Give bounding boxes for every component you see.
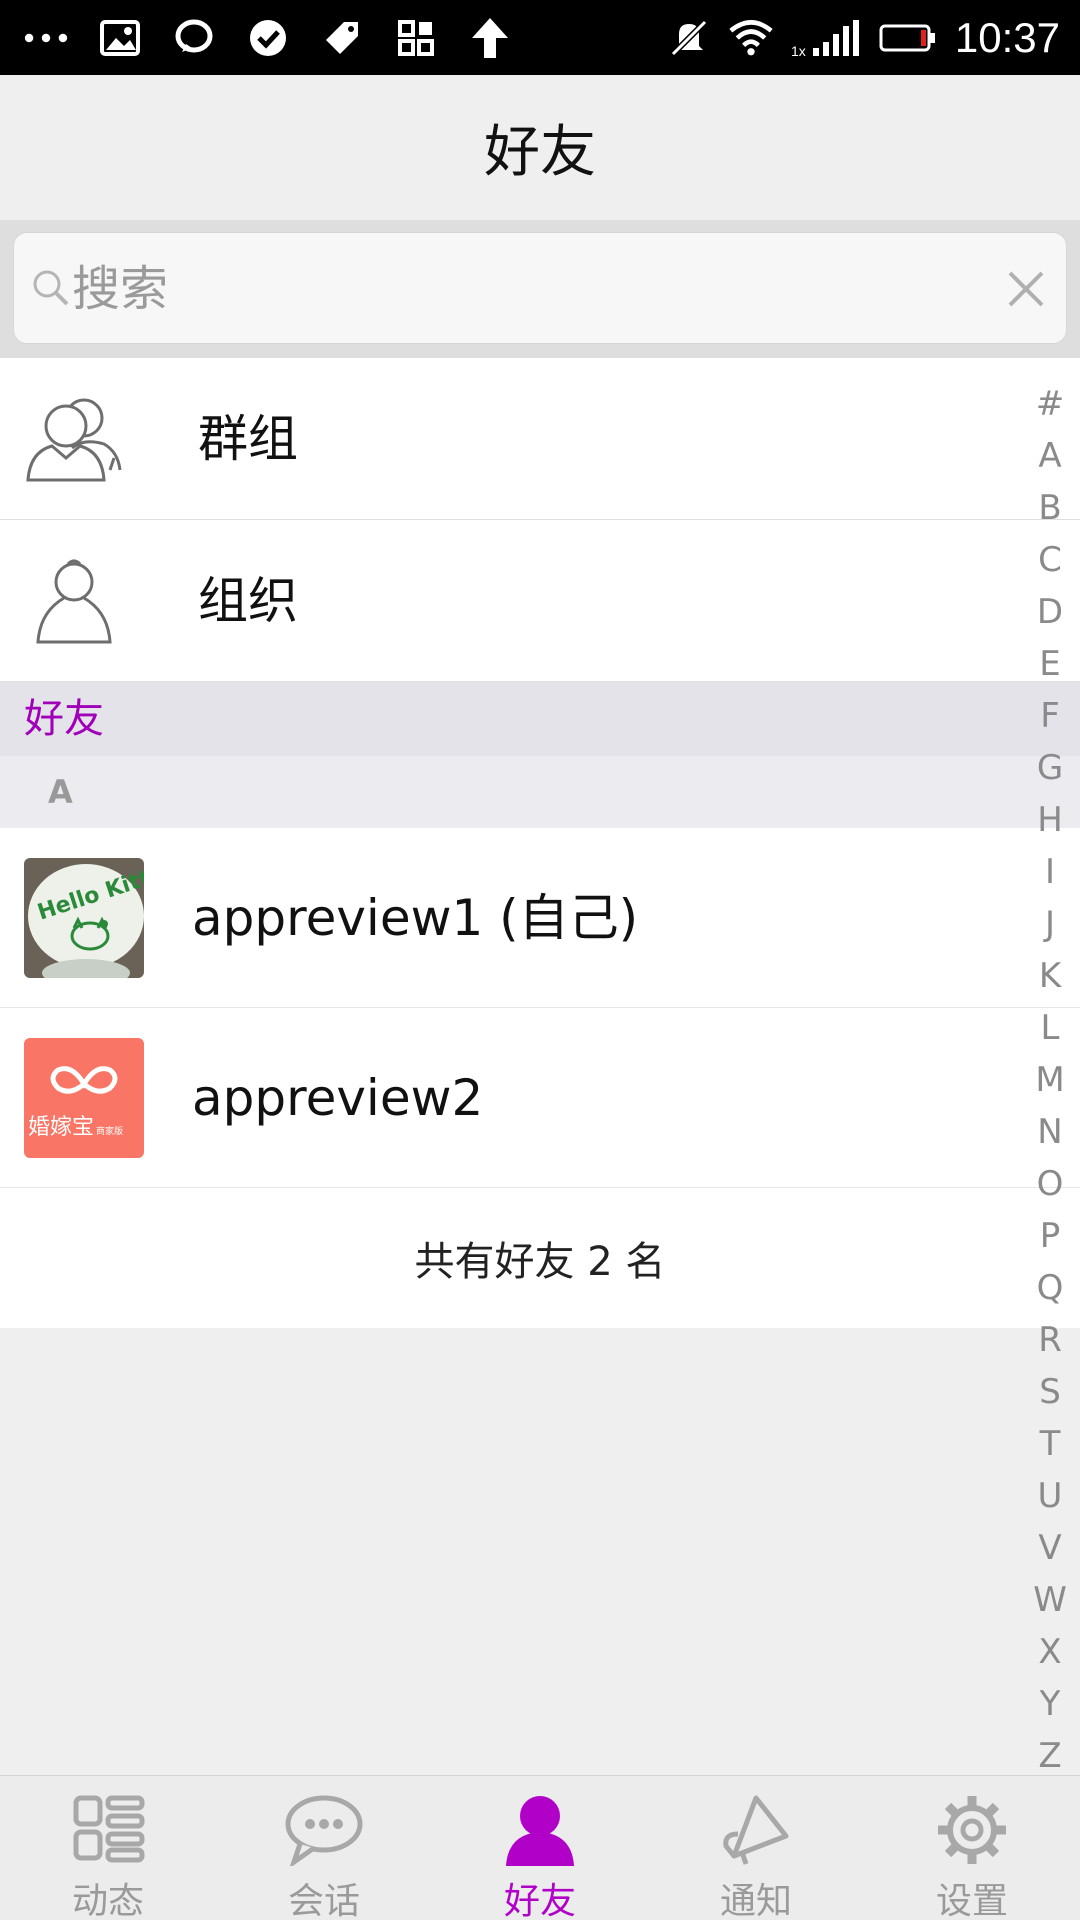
index-letter[interactable]: D: [1037, 586, 1063, 638]
wifi-icon: [729, 16, 773, 60]
status-bar-system: 1x 10:37: [667, 0, 1060, 75]
groups-entry[interactable]: 群组: [0, 358, 1080, 520]
feed-grid-icon: [68, 1794, 148, 1866]
index-letter[interactable]: W: [1033, 1574, 1067, 1626]
index-letter[interactable]: U: [1038, 1470, 1063, 1522]
letter-header-label: A: [48, 773, 73, 811]
bottom-nav: 动态 会话 好友 通知 设置: [0, 1775, 1080, 1920]
friend-row-appreview2[interactable]: 婚嫁宝 商家版 appreview2: [0, 1008, 1080, 1188]
index-letter[interactable]: I: [1045, 846, 1055, 898]
organization-entry[interactable]: 组织: [0, 520, 1080, 682]
index-letter[interactable]: T: [1040, 1418, 1061, 1470]
index-letter[interactable]: Y: [1040, 1678, 1061, 1730]
organization-label: 组织: [198, 572, 298, 630]
index-letter[interactable]: L: [1041, 1002, 1060, 1054]
friend-count: 共有好友 2 名: [0, 1188, 1080, 1328]
friends-section-label: 好友: [24, 696, 104, 742]
status-time: 10:37: [954, 13, 1060, 61]
index-letter[interactable]: V: [1038, 1522, 1061, 1574]
search-placeholder: 搜索: [72, 261, 169, 317]
title-bar: 好友: [0, 75, 1080, 220]
upload-arrow-icon: [468, 16, 512, 60]
avatar-brand-subtext: 商家版: [96, 1125, 123, 1137]
check-circle-icon: [246, 16, 290, 60]
alphabet-index[interactable]: # A B C D E F G H I J K L M N O P Q R S T U V W X Y Z: [1020, 378, 1080, 1782]
signal-label: 1x: [791, 43, 806, 58]
index-letter[interactable]: H: [1037, 794, 1063, 846]
apps-grid-icon: [394, 16, 438, 60]
status-bar-notifications: [24, 0, 512, 75]
friends-section-header: 好友: [0, 682, 1080, 756]
friend-name: appreview1 (自己): [192, 889, 639, 947]
index-letter[interactable]: K: [1039, 950, 1061, 1002]
avatar-brand-text: 婚嫁宝: [28, 1115, 94, 1140]
index-letter[interactable]: A: [1038, 430, 1061, 482]
cell-signal-icon: 1x: [791, 16, 861, 60]
groups-label: 群组: [198, 410, 298, 468]
more-dots-icon: [24, 16, 68, 60]
clear-icon[interactable]: [1004, 267, 1048, 311]
index-letter[interactable]: O: [1037, 1158, 1064, 1210]
index-letter[interactable]: J: [1045, 898, 1055, 950]
friend-name: appreview2: [192, 1069, 484, 1127]
search-input[interactable]: 搜索: [13, 232, 1067, 344]
nav-label: 好友: [503, 1881, 576, 1920]
search-icon: [30, 267, 70, 307]
index-letter[interactable]: X: [1038, 1626, 1061, 1678]
brand-avatar: 婚嫁宝 商家版: [24, 1038, 144, 1158]
group-icon: [24, 394, 124, 484]
nav-label: 会话: [287, 1881, 360, 1920]
index-letter[interactable]: #: [1036, 378, 1065, 430]
page-title: 好友: [484, 120, 596, 185]
letter-header: A: [0, 756, 1080, 828]
contact-list: 群组 组织 好友 A Hello Kitty appreview1 (自己) 婚…: [0, 358, 1080, 1328]
nav-tab-feed[interactable]: 动态: [0, 1776, 216, 1920]
search-bar: 搜索: [0, 220, 1080, 358]
chat-icon: [172, 16, 216, 60]
index-letter[interactable]: M: [1035, 1054, 1064, 1106]
index-letter[interactable]: R: [1038, 1314, 1062, 1366]
megaphone-icon: [716, 1794, 796, 1866]
person-icon: [24, 556, 124, 646]
mute-icon: [667, 16, 711, 60]
index-letter[interactable]: N: [1037, 1106, 1062, 1158]
nav-label: 动态: [71, 1881, 144, 1920]
index-letter[interactable]: B: [1038, 482, 1061, 534]
nav-tab-friends[interactable]: 好友: [432, 1776, 648, 1920]
index-letter[interactable]: F: [1040, 690, 1060, 742]
battery-icon: [879, 16, 937, 60]
index-letter[interactable]: E: [1039, 638, 1060, 690]
nav-label: 通知: [719, 1881, 792, 1920]
hello-kitty-avatar: Hello Kitty: [24, 858, 144, 978]
gear-icon: [932, 1794, 1012, 1866]
image-icon: [98, 16, 142, 60]
nav-tab-chat[interactable]: 会话: [216, 1776, 432, 1920]
nav-tab-notifications[interactable]: 通知: [648, 1776, 864, 1920]
friend-row-appreview1[interactable]: Hello Kitty appreview1 (自己): [0, 828, 1080, 1008]
nav-label: 设置: [935, 1881, 1008, 1920]
index-letter[interactable]: Q: [1037, 1262, 1064, 1314]
index-letter[interactable]: G: [1037, 742, 1063, 794]
chat-bubble-icon: [284, 1794, 364, 1869]
nav-tab-settings[interactable]: 设置: [864, 1776, 1080, 1920]
index-letter[interactable]: C: [1038, 534, 1062, 586]
status-bar: 1x 10:37: [0, 0, 1080, 75]
friend-person-icon: [500, 1794, 580, 1866]
index-letter[interactable]: S: [1039, 1366, 1061, 1418]
index-letter[interactable]: P: [1040, 1210, 1061, 1262]
tag-icon: [320, 16, 364, 60]
